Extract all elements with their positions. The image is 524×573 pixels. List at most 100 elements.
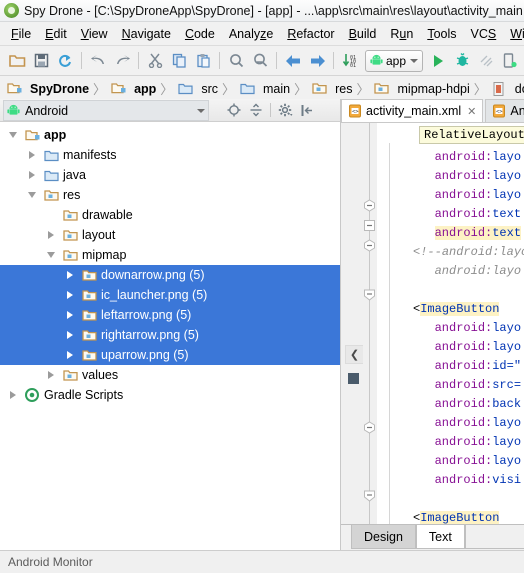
editor-tab-activity-main-xml[interactable]: <> activity_main.xml ✕ — [341, 99, 484, 122]
editor-gutter[interactable]: ❮ — [341, 123, 364, 524]
chevron-down-icon[interactable] — [410, 58, 419, 63]
save-all-icon[interactable] — [29, 49, 53, 73]
breadcrumb-item-app[interactable]: app — [110, 81, 156, 97]
tree-node-leftarrow-png-5[interactable]: leftarrow.png (5) — [0, 305, 340, 325]
main-toolbar: 01 10 01 app — [0, 46, 524, 76]
chevron-right-icon[interactable] — [25, 169, 38, 182]
project-view-selector[interactable]: Android — [3, 100, 209, 121]
code-folding-column[interactable] — [363, 123, 377, 524]
chevron-right-icon[interactable] — [63, 269, 76, 282]
tree-node-mipmap[interactable]: mipmap — [0, 245, 340, 265]
tree-node-uparrow-png-5[interactable]: uparrow.png (5) — [0, 345, 340, 365]
menu-navigate[interactable]: Navigate — [115, 25, 178, 43]
mode-tab-design[interactable]: Design — [351, 525, 416, 549]
tree-node-res[interactable]: res — [0, 185, 340, 205]
redo-icon[interactable] — [110, 49, 134, 73]
breadcrumb-item-res[interactable]: res — [311, 81, 352, 97]
fold-marker[interactable] — [363, 219, 376, 232]
menu-bar: File Edit View Navigate Code Analyze Refactor B… — [0, 22, 524, 46]
structure-chip[interactable]: RelativeLayout — [419, 126, 524, 144]
tree-node-values[interactable]: values — [0, 365, 340, 385]
paste-icon[interactable] — [191, 49, 215, 73]
fold-marker[interactable] — [363, 199, 376, 212]
chevron-down-icon[interactable] — [197, 108, 205, 113]
chevron-right-icon[interactable] — [6, 389, 19, 402]
tree-node-rightarrow-png-5[interactable]: rightarrow.png (5) — [0, 325, 340, 345]
chevron-right-icon[interactable] — [63, 289, 76, 302]
breadcrumb-item-mipmap-hdpi[interactable]: mipmap-hdpi — [374, 81, 470, 97]
tree-node-label: ic_launcher.png (5) — [101, 288, 208, 302]
tree-node-downarrow-png-5[interactable]: downarrow.png (5) — [0, 265, 340, 285]
hide-panel-icon[interactable] — [296, 100, 318, 120]
menu-vcs[interactable]: VCS — [464, 25, 504, 43]
android-icon — [370, 54, 383, 65]
res-folder-icon — [62, 247, 78, 263]
tree-node-java[interactable]: java — [0, 165, 340, 185]
coverage-icon[interactable] — [474, 49, 498, 73]
chevron-right-icon[interactable] — [25, 149, 38, 162]
mode-tab-text[interactable]: Text — [415, 525, 465, 549]
code-editor[interactable]: ❮ RelativeLayout android:layo android:la… — [341, 123, 524, 524]
chevron-right-icon[interactable] — [44, 229, 57, 242]
toolbar-separator — [138, 52, 139, 69]
menu-refactor[interactable]: Refactor — [280, 25, 341, 43]
gutter-marker[interactable] — [348, 373, 359, 384]
chevron-right-icon[interactable] — [63, 309, 76, 322]
sync-icon[interactable] — [53, 49, 77, 73]
chevron-down-icon[interactable] — [25, 189, 38, 202]
run-configuration-selector[interactable]: app — [365, 49, 424, 72]
menu-build[interactable]: Build — [342, 25, 384, 43]
tree-node-app[interactable]: app — [0, 125, 340, 145]
fold-marker[interactable] — [363, 288, 376, 301]
folder-icon — [43, 167, 59, 183]
fold-marker[interactable] — [363, 421, 376, 434]
chevron-down-icon[interactable] — [44, 249, 57, 262]
menu-run[interactable]: Run — [383, 25, 420, 43]
tree-node-ic-launcher-png-5[interactable]: ic_launcher.png (5) — [0, 285, 340, 305]
breadcrumb-item-main[interactable]: main — [239, 81, 290, 97]
open-folder-icon[interactable] — [5, 49, 29, 73]
breadcrumb-item-src[interactable]: src — [177, 81, 218, 97]
avd-manager-icon[interactable] — [498, 49, 522, 73]
menu-code[interactable]: Code — [178, 25, 222, 43]
toolbar-separator — [219, 52, 220, 69]
debug-icon[interactable] — [450, 49, 474, 73]
editor-tab-an[interactable]: <> An — [485, 99, 524, 122]
menu-edit[interactable]: Edit — [38, 25, 74, 43]
tree-node-drawable[interactable]: drawable — [0, 205, 340, 225]
chevron-right-icon[interactable] — [63, 329, 76, 342]
run-icon[interactable] — [426, 49, 450, 73]
close-icon[interactable]: ✕ — [467, 105, 476, 118]
menu-analyze[interactable]: Analyze — [222, 25, 280, 43]
fold-marker[interactable] — [363, 489, 376, 502]
chevron-down-icon[interactable] — [6, 129, 19, 142]
find-icon[interactable] — [224, 49, 248, 73]
compile-icon[interactable]: 01 10 01 — [338, 49, 362, 73]
breadcrumb-item-spydrone[interactable]: SpyDrone — [6, 81, 89, 97]
gear-icon[interactable] — [274, 100, 296, 120]
undo-icon[interactable] — [86, 49, 110, 73]
cut-icon[interactable] — [143, 49, 167, 73]
chevron-right-icon[interactable] — [44, 369, 57, 382]
menu-window[interactable]: Window — [503, 25, 524, 43]
collapse-editor-button[interactable]: ❮ — [345, 345, 364, 364]
chevron-right-icon[interactable] — [63, 349, 76, 362]
menu-file[interactable]: File — [4, 25, 38, 43]
tree-node-layout[interactable]: layout — [0, 225, 340, 245]
breadcrumb-item-downarrow-png[interactable]: downarrow.png — [491, 81, 524, 97]
forward-arrow-icon[interactable] — [305, 49, 329, 73]
back-arrow-icon[interactable] — [281, 49, 305, 73]
android-monitor-label[interactable]: Android Monitor — [8, 555, 93, 569]
menu-view[interactable]: View — [74, 25, 115, 43]
project-tree[interactable]: app manifests java res drawable layout mipmap d… — [0, 122, 340, 550]
menu-tools[interactable]: Tools — [420, 25, 463, 43]
fold-marker[interactable] — [363, 239, 376, 252]
code-text-area[interactable]: RelativeLayout android:layo android:layo… — [377, 123, 524, 524]
collapse-all-icon[interactable] — [245, 100, 267, 120]
tree-node-manifests[interactable]: manifests — [0, 145, 340, 165]
replace-icon[interactable] — [248, 49, 272, 73]
copy-icon[interactable] — [167, 49, 191, 73]
tree-node-gradle-scripts[interactable]: Gradle Scripts — [0, 385, 340, 405]
target-icon[interactable] — [223, 100, 245, 120]
